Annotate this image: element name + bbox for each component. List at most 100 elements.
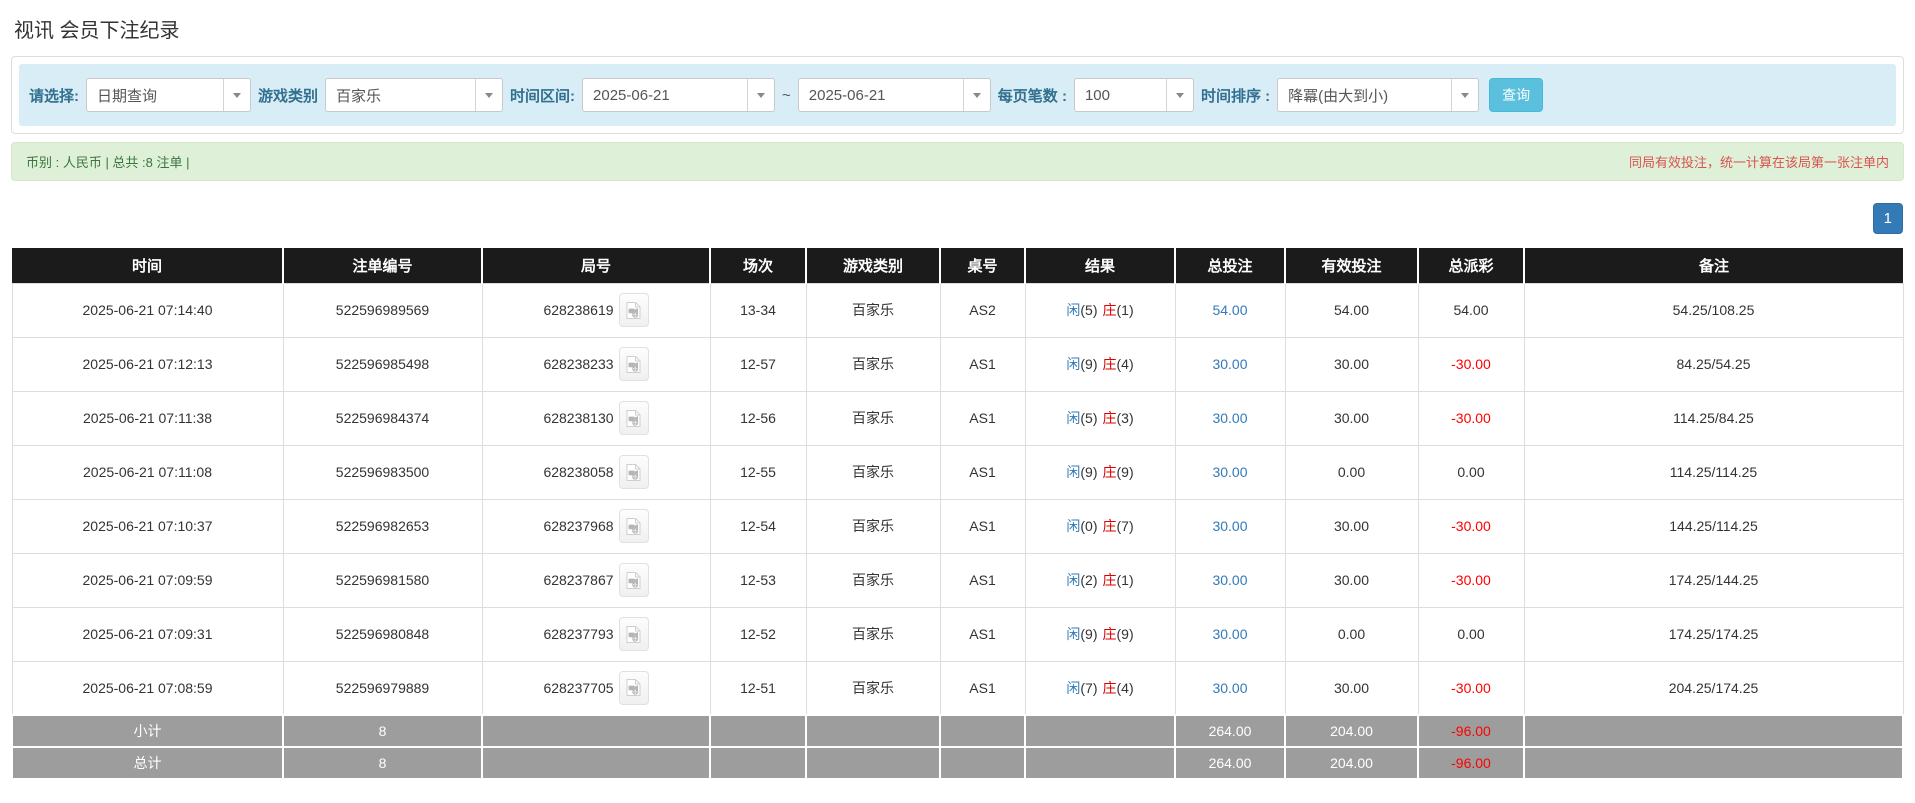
cell-game-category: 百家乐 <box>806 445 940 499</box>
cell-total-bet: 30.00 <box>1175 661 1285 715</box>
query-type-label: 请选择: <box>29 85 79 106</box>
date-to-select[interactable]: 2025-06-21 <box>798 78 991 112</box>
summary-row: 总计8264.00204.00-96.00 <box>12 747 1903 779</box>
total-bet-link[interactable]: 30.00 <box>1212 518 1247 534</box>
video-replay-button[interactable] <box>619 401 649 435</box>
cell-round-no: 628237705 <box>482 661 710 715</box>
pagination-page-1[interactable]: 1 <box>1873 203 1903 234</box>
cell-game-category: 百家乐 <box>806 337 940 391</box>
date-from-value: 2025-06-21 <box>583 87 747 104</box>
cell-table-no: AS1 <box>940 607 1025 661</box>
video-file-icon <box>625 625 642 644</box>
cell-round-no: 628238130 <box>482 391 710 445</box>
total-bet-link[interactable]: 30.00 <box>1212 572 1247 588</box>
video-file-icon <box>625 678 642 697</box>
cell-valid-bet: 30.00 <box>1285 337 1418 391</box>
round-no-text: 628238619 <box>543 302 613 318</box>
time-sort-label: 时间排序 : <box>1201 85 1270 106</box>
banker-result: 庄 <box>1103 356 1117 372</box>
cell-payout: -30.00 <box>1418 499 1524 553</box>
video-replay-button[interactable] <box>619 509 649 543</box>
cell-session: 12-57 <box>710 337 806 391</box>
cell-time: 2025-06-21 07:09:31 <box>12 607 283 661</box>
cell-table-no: AS1 <box>940 553 1025 607</box>
video-replay-button[interactable] <box>619 455 649 489</box>
cell-bet-no: 522596982653 <box>283 499 482 553</box>
column-header: 有效投注 <box>1285 248 1418 283</box>
cell-remark: 114.25/84.25 <box>1524 391 1903 445</box>
cell-round-no: 628238619 <box>482 283 710 337</box>
total-bet-link[interactable]: 54.00 <box>1212 302 1247 318</box>
summary-payout: -96.00 <box>1418 747 1524 779</box>
video-replay-button[interactable] <box>619 293 649 327</box>
chevron-down-icon <box>475 79 502 111</box>
column-header: 局号 <box>482 248 710 283</box>
round-no-text: 628237867 <box>543 572 613 588</box>
cell-valid-bet: 0.00 <box>1285 445 1418 499</box>
game-category-label: 游戏类别 <box>258 85 318 106</box>
cell-session: 12-54 <box>710 499 806 553</box>
column-header: 时间 <box>12 248 283 283</box>
total-bet-link[interactable]: 30.00 <box>1212 356 1247 372</box>
total-bet-link[interactable]: 30.00 <box>1212 680 1247 696</box>
player-result: 闲 <box>1066 302 1080 318</box>
video-replay-button[interactable] <box>619 347 649 381</box>
total-bet-link[interactable]: 30.00 <box>1212 410 1247 426</box>
cell-remark: 204.25/174.25 <box>1524 661 1903 715</box>
cell-bet-no: 522596980848 <box>283 607 482 661</box>
banker-result: 庄 <box>1103 626 1117 642</box>
table-row: 2025-06-21 07:09:31522596980848628237793… <box>12 607 1903 661</box>
notice-text: 同局有效投注，统一计算在该局第一张注单内 <box>1629 152 1889 171</box>
cell-bet-no: 522596984374 <box>283 391 482 445</box>
cell-session: 12-56 <box>710 391 806 445</box>
cell-total-bet: 30.00 <box>1175 337 1285 391</box>
query-type-select[interactable]: 日期查询 <box>86 78 251 112</box>
time-sort-select[interactable]: 降冪(由大到小) <box>1277 78 1479 112</box>
cell-result: 闲(9)庄(9) <box>1025 445 1175 499</box>
video-replay-button[interactable] <box>619 617 649 651</box>
cell-valid-bet: 30.00 <box>1285 661 1418 715</box>
summary-total-bet: 264.00 <box>1175 715 1285 747</box>
page-size-value: 100 <box>1075 87 1166 104</box>
cell-game-category: 百家乐 <box>806 553 940 607</box>
cell-time: 2025-06-21 07:14:40 <box>12 283 283 337</box>
cell-remark: 174.25/174.25 <box>1524 607 1903 661</box>
summary-row: 小计8264.00204.00-96.00 <box>12 715 1903 747</box>
banker-result: 庄 <box>1103 464 1117 480</box>
video-file-icon <box>625 409 642 428</box>
column-header: 备注 <box>1524 248 1903 283</box>
cell-session: 13-34 <box>710 283 806 337</box>
page-size-select[interactable]: 100 <box>1074 78 1194 112</box>
cell-time: 2025-06-21 07:10:37 <box>12 499 283 553</box>
banker-result: 庄 <box>1103 680 1117 696</box>
cell-round-no: 628237867 <box>482 553 710 607</box>
cell-remark: 144.25/114.25 <box>1524 499 1903 553</box>
date-from-select[interactable]: 2025-06-21 <box>582 78 775 112</box>
game-category-select[interactable]: 百家乐 <box>325 78 503 112</box>
cell-bet-no: 522596989569 <box>283 283 482 337</box>
column-header: 总派彩 <box>1418 248 1524 283</box>
range-separator: ~ <box>782 87 791 104</box>
search-button[interactable]: 查询 <box>1489 78 1543 112</box>
cell-remark: 54.25/108.25 <box>1524 283 1903 337</box>
video-file-icon <box>625 463 642 482</box>
total-bet-link[interactable]: 30.00 <box>1212 464 1247 480</box>
video-file-icon <box>625 517 642 536</box>
cell-table-no: AS1 <box>940 499 1025 553</box>
total-bet-link[interactable]: 30.00 <box>1212 626 1247 642</box>
summary-valid-bet: 204.00 <box>1285 747 1418 779</box>
video-replay-button[interactable] <box>619 563 649 597</box>
banker-result: 庄 <box>1103 572 1117 588</box>
betting-records-table: 时间注单编号局号场次游戏类别桌号结果总投注有效投注总派彩备注 2025-06-2… <box>11 248 1904 780</box>
cell-total-bet: 30.00 <box>1175 607 1285 661</box>
cell-result: 闲(9)庄(9) <box>1025 607 1175 661</box>
cell-valid-bet: 30.00 <box>1285 499 1418 553</box>
video-replay-button[interactable] <box>619 671 649 705</box>
pagination: 1 <box>11 203 1904 236</box>
cell-time: 2025-06-21 07:08:59 <box>12 661 283 715</box>
cell-game-category: 百家乐 <box>806 661 940 715</box>
cell-round-no: 628238058 <box>482 445 710 499</box>
summary-valid-bet: 204.00 <box>1285 715 1418 747</box>
cell-time: 2025-06-21 07:12:13 <box>12 337 283 391</box>
cell-valid-bet: 0.00 <box>1285 607 1418 661</box>
